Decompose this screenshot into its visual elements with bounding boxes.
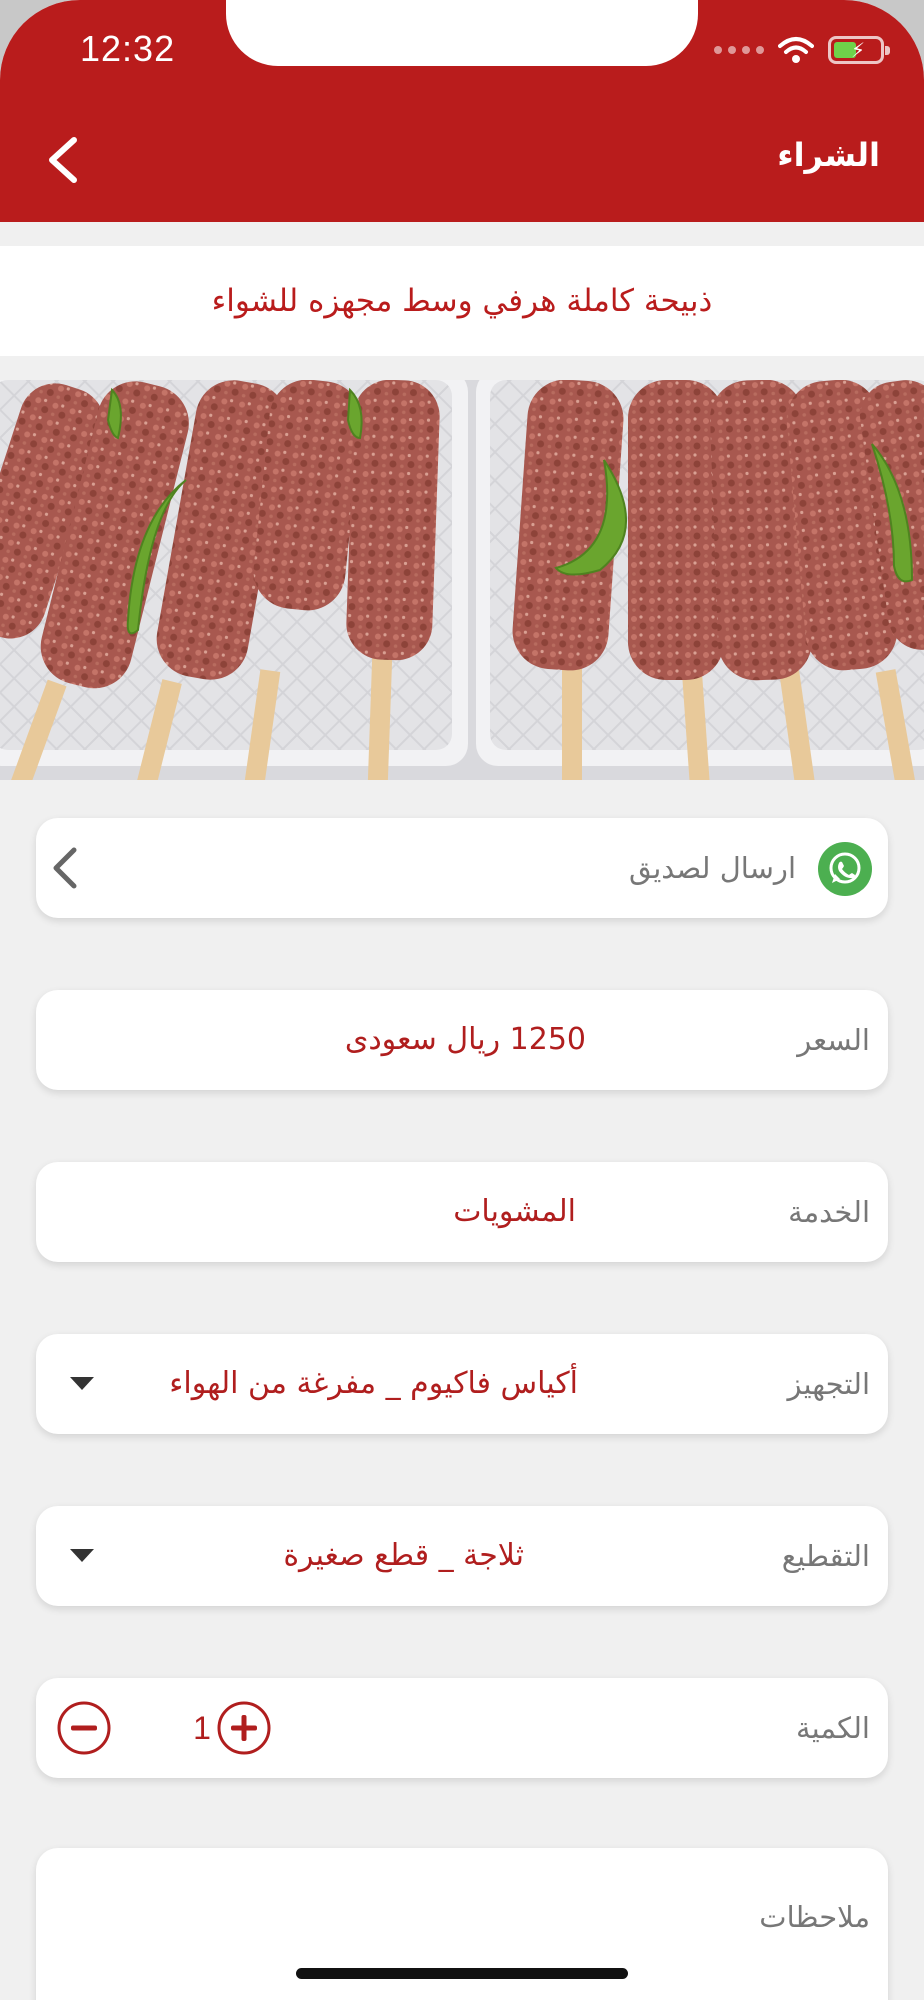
service-label: الخدمة: [788, 1195, 870, 1229]
cellular-signal-icon: [714, 46, 764, 54]
product-title-card: ذبيحة كاملة هرفي وسط مجهزه للشواء: [0, 246, 924, 356]
share-row[interactable]: ارسال لصديق: [36, 818, 888, 918]
quantity-label: الكمية: [796, 1711, 870, 1745]
price-row: السعر 1250 ريال سعودى: [36, 990, 888, 1090]
app-screen: 12:32 ⚡ الشراء ذبيحة كاملة هرفي وسط مجهز…: [0, 0, 924, 2000]
cutting-label: التقطيع: [781, 1539, 870, 1573]
preparation-label: التجهيز: [787, 1367, 870, 1401]
wifi-icon: [778, 37, 814, 63]
cutting-value: ثلاجة _ قطع صغيرة: [283, 1538, 524, 1573]
device-notch: [226, 0, 698, 66]
preparation-value: أكياس فاكيوم _ مفرغة من الهواء: [169, 1366, 578, 1401]
back-button[interactable]: [40, 132, 86, 188]
service-value: المشويات: [453, 1194, 576, 1229]
notes-label: ملاحظات: [759, 1900, 870, 1934]
whatsapp-icon: [818, 842, 872, 896]
page-title: الشراء: [777, 136, 880, 174]
decrement-button[interactable]: [56, 1700, 112, 1756]
increment-button[interactable]: [216, 1700, 272, 1756]
home-indicator[interactable]: [296, 1968, 628, 1979]
nav-header: 12:32 ⚡ الشراء: [0, 0, 924, 222]
preparation-select[interactable]: التجهيز أكياس فاكيوم _ مفرغة من الهواء: [36, 1334, 888, 1434]
caret-down-icon: [70, 1549, 94, 1562]
caret-down-icon: [70, 1377, 94, 1390]
share-label: ارسال لصديق: [629, 851, 796, 885]
battery-icon: ⚡: [828, 36, 890, 64]
status-icons: ⚡: [714, 32, 890, 68]
cutting-select[interactable]: التقطيع ثلاجة _ قطع صغيرة: [36, 1506, 888, 1606]
product-title: ذبيحة كاملة هرفي وسط مجهزه للشواء: [211, 283, 713, 319]
status-time: 12:32: [80, 28, 176, 69]
chevron-left-icon: [53, 847, 77, 889]
price-value: 1250 ريال سعودى: [344, 1022, 586, 1057]
price-label: السعر: [797, 1023, 870, 1057]
product-image: [0, 380, 924, 780]
service-row: الخدمة المشويات: [36, 1162, 888, 1262]
quantity-stepper: الكمية 1: [36, 1678, 888, 1778]
